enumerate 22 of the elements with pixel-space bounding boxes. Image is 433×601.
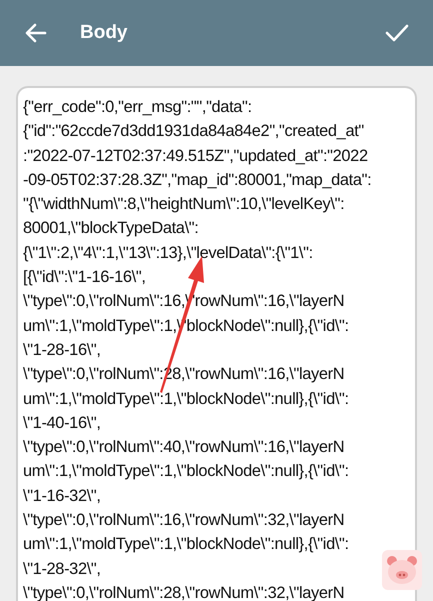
body-text-line: "{\"widthNum\":8,\"heightNum\":10,\"levelKey\": [23,194,344,216]
body-text-line: \"type\":0,\"rolNum\":28,\"rowNum\":32,\"layerN [23,582,344,601]
body-text-line: \"1-16-32\", [23,486,101,507]
body-text-line: \"1-28-32\", [23,558,101,580]
body-text-line: :"2022-07-12T02:37:49.515Z","updated_at":"2022 [23,146,368,167]
body-text-line: {\"1\":2,\"4\":1,\"13\":13},\"levelData\":{\"1\": [23,242,313,264]
body-text-line: 80001,\"blockTypeData\": [23,218,198,240]
body-text-line: [{\"id\":\"1-16-16\", [23,267,146,288]
body-text-line: {"id":"62ccde7d3dd1931da84a84e2","created_at" [23,121,364,142]
body-text-field[interactable] [16,86,417,601]
back-arrow-icon [25,23,47,43]
body-text-line: \"1-40-16\", [23,412,101,434]
body-text-line: \"type\":0,\"rolNum\":40,\"rowNum\":16,\"layerN [23,437,344,458]
body-text-line: {"err_code":0,"err_msg":"","data": [23,97,252,118]
body-text-line: um\":1,\"moldType\":1,\"blockNode\":null},{\"id\": [23,461,349,482]
checkmark-icon [385,23,409,43]
body-text-line: \"1-28-16\", [23,340,101,361]
body-text-line: um\":1,\"moldType\":1,\"blockNode\":null},{\"id\": [23,534,349,556]
body-text-line: um\":1,\"moldType\":1,\"blockNode\":null},{\"id\": [23,388,349,410]
body-text-line: -09-05T02:37:28.3Z","map_id":80001,"map_data": [23,170,372,191]
body-text-line: \"type\":0,\"rolNum\":16,\"rowNum\":32,\"layerN [23,510,344,532]
screen-title: Body [80,20,128,45]
